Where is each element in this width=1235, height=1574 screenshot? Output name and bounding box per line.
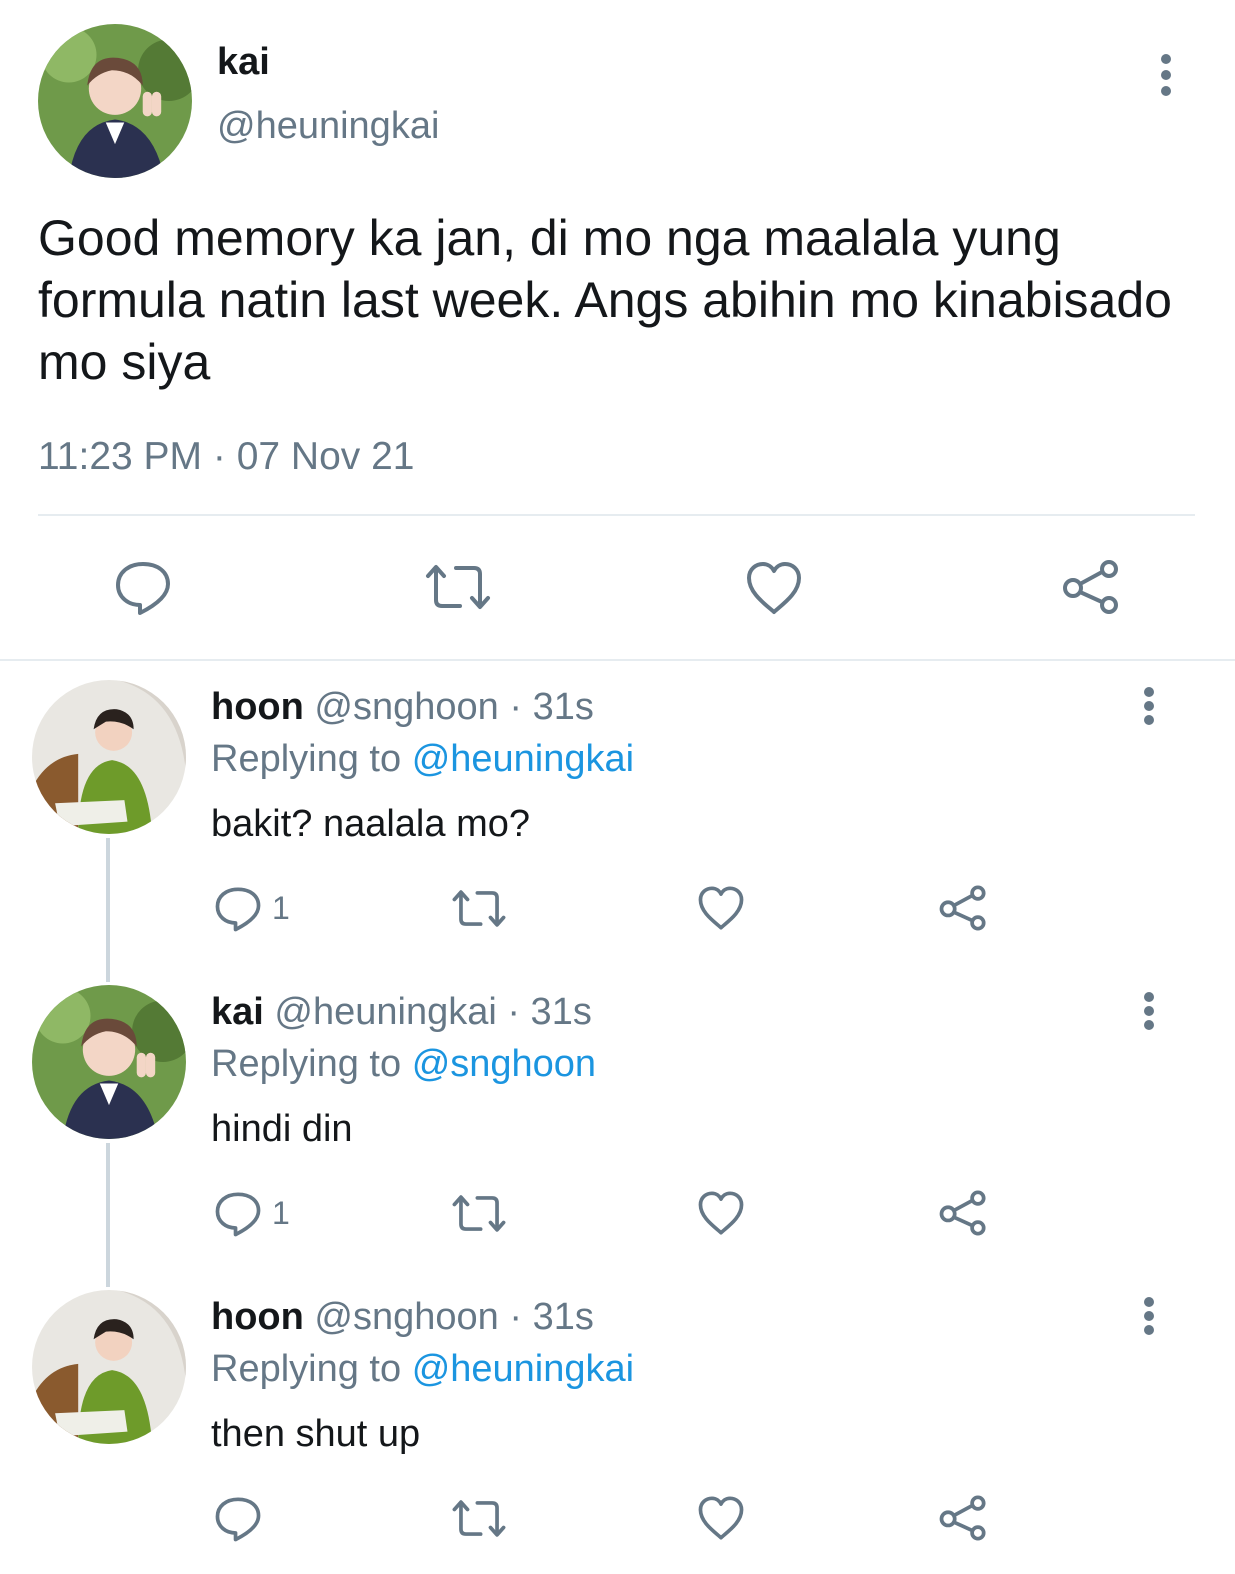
- more-options-icon[interactable]: [1144, 992, 1154, 1030]
- more-options-icon[interactable]: [1144, 1297, 1154, 1335]
- share-icon[interactable]: [1061, 558, 1121, 616]
- reply-text: bakit? naalala mo?: [211, 803, 530, 845]
- reply-handle-time[interactable]: @snghoon · 31s: [314, 686, 593, 728]
- retweet-icon[interactable]: [451, 1193, 507, 1234]
- reply-icon[interactable]: [214, 886, 262, 932]
- share-icon[interactable]: [938, 884, 988, 932]
- reply-icon[interactable]: [114, 560, 172, 616]
- reply-count: 1: [272, 890, 290, 926]
- like-icon[interactable]: [697, 885, 745, 931]
- share-icon[interactable]: [938, 1189, 988, 1237]
- avatar-kai[interactable]: [38, 24, 192, 178]
- replying-to-mention[interactable]: @snghoon: [412, 1043, 596, 1085]
- reply-header: hoon @snghoon · 31s: [211, 1295, 594, 1339]
- reply-author-name[interactable]: hoon: [211, 1296, 304, 1338]
- like-icon[interactable]: [697, 1495, 745, 1541]
- reply-text: hindi din: [211, 1108, 353, 1150]
- thread-line: [106, 1143, 110, 1287]
- retweet-icon[interactable]: [424, 562, 492, 612]
- replying-prefix: Replying to: [211, 1348, 402, 1390]
- author-handle[interactable]: @heuningkai: [217, 104, 439, 148]
- replying-to: Replying to @snghoon: [211, 1042, 596, 1086]
- replying-prefix: Replying to: [211, 738, 402, 780]
- retweet-icon[interactable]: [451, 1498, 507, 1539]
- more-options-icon[interactable]: [1144, 687, 1154, 725]
- reply-header: hoon @snghoon · 31s: [211, 685, 594, 729]
- reply-icon[interactable]: [214, 1191, 262, 1237]
- replying-prefix: Replying to: [211, 1043, 402, 1085]
- thread-line: [106, 838, 110, 982]
- replying-to: Replying to @heuningkai: [211, 1347, 634, 1391]
- like-icon[interactable]: [697, 1190, 745, 1236]
- avatar-kai[interactable]: [32, 985, 186, 1139]
- reply-author-name[interactable]: kai: [211, 991, 264, 1033]
- replying-to-mention[interactable]: @heuningkai: [412, 738, 634, 780]
- reply-icon[interactable]: [214, 1496, 262, 1542]
- reply-handle-time[interactable]: @heuningkai · 31s: [274, 991, 591, 1033]
- reply-header: kai @heuningkai · 31s: [211, 990, 592, 1034]
- like-icon[interactable]: [745, 560, 803, 616]
- avatar-hoon[interactable]: [32, 680, 186, 834]
- tweet-text: Good memory ka jan, di mo nga maalala yu…: [38, 210, 1172, 390]
- reply-count: 1: [272, 1195, 290, 1231]
- retweet-icon[interactable]: [451, 888, 507, 929]
- tweet-timestamp[interactable]: 11:23 PM · 07 Nov 21: [38, 434, 414, 480]
- replying-to-mention[interactable]: @heuningkai: [412, 1348, 634, 1390]
- share-icon[interactable]: [938, 1494, 988, 1542]
- avatar-hoon[interactable]: [32, 1290, 186, 1444]
- replying-to: Replying to @heuningkai: [211, 737, 634, 781]
- reply-text: then shut up: [211, 1413, 421, 1455]
- reply-author-name[interactable]: hoon: [211, 686, 304, 728]
- more-options-icon[interactable]: [1161, 54, 1171, 96]
- divider: [38, 514, 1195, 516]
- reply-handle-time[interactable]: @snghoon · 31s: [314, 1296, 593, 1338]
- author-name[interactable]: kai: [217, 40, 270, 84]
- divider: [0, 659, 1235, 661]
